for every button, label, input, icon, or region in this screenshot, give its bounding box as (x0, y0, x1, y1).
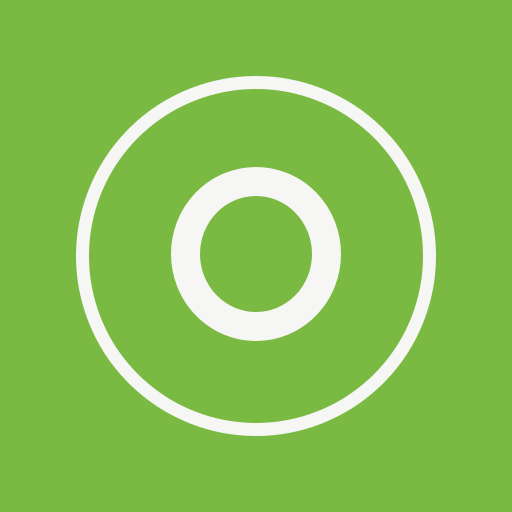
letter-o-icon (171, 167, 341, 341)
letter-o-glyph (171, 167, 341, 341)
app-icon (0, 0, 512, 512)
